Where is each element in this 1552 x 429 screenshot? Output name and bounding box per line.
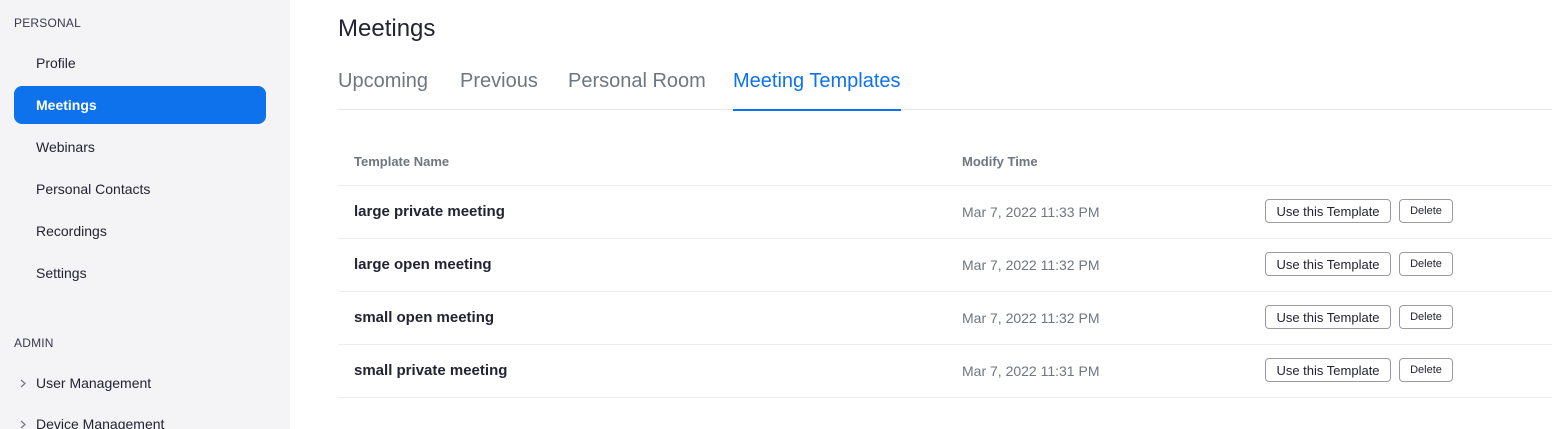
table-row: large private meeting Mar 7, 2022 11:33 … [338, 186, 1552, 239]
column-header-template-name: Template Name [354, 154, 450, 169]
sidebar-item-label: Device Management [36, 416, 165, 429]
sidebar: PERSONAL Profile Meetings Webinars Perso… [0, 0, 290, 429]
templates-table: Template Name Modify Time large private … [338, 138, 1552, 398]
sidebar-item-label: Personal Contacts [36, 181, 151, 197]
template-name: large open meeting [354, 256, 492, 273]
section-label-admin: ADMIN [14, 336, 54, 350]
modify-time: Mar 7, 2022 11:31 PM [962, 363, 1100, 379]
sidebar-item-label: User Management [36, 375, 152, 391]
delete-button[interactable]: Delete [1399, 252, 1453, 276]
template-name: large private meeting [354, 203, 505, 220]
use-template-button[interactable]: Use this Template [1265, 199, 1391, 223]
table-row: small private meeting Mar 7, 2022 11:31 … [338, 345, 1552, 398]
use-template-button[interactable]: Use this Template [1265, 252, 1391, 276]
chevron-right-icon [18, 419, 28, 429]
page-title: Meetings [338, 15, 436, 42]
sidebar-item-profile[interactable]: Profile [14, 44, 266, 82]
use-template-button[interactable]: Use this Template [1265, 358, 1391, 382]
sidebar-item-label: Webinars [36, 139, 95, 155]
sidebar-item-label: Meetings [36, 97, 97, 113]
sidebar-item-device-management[interactable]: Device Management [14, 405, 266, 429]
modify-time: Mar 7, 2022 11:32 PM [962, 310, 1100, 326]
section-label-personal: PERSONAL [14, 16, 81, 30]
sidebar-item-label: Recordings [36, 223, 107, 239]
column-header-modify-time: Modify Time [962, 154, 1038, 169]
tab-bar: Upcoming Previous Personal Room Meeting … [338, 70, 1552, 111]
main-content: Meetings Upcoming Previous Personal Room… [290, 0, 1552, 429]
sidebar-item-recordings[interactable]: Recordings [14, 212, 266, 250]
tab-meeting-templates[interactable]: Meeting Templates [733, 70, 901, 111]
tab-personal-room[interactable]: Personal Room [568, 70, 706, 110]
table-row: large open meeting Mar 7, 2022 11:32 PM … [338, 239, 1552, 292]
template-name: small private meeting [354, 362, 508, 379]
sidebar-item-webinars[interactable]: Webinars [14, 128, 266, 166]
sidebar-item-settings[interactable]: Settings [14, 254, 266, 292]
delete-button[interactable]: Delete [1399, 199, 1453, 223]
modify-time: Mar 7, 2022 11:32 PM [962, 257, 1100, 273]
table-row: small open meeting Mar 7, 2022 11:32 PM … [338, 292, 1552, 345]
use-template-button[interactable]: Use this Template [1265, 305, 1391, 329]
tab-upcoming[interactable]: Upcoming [338, 70, 428, 110]
sidebar-item-user-management[interactable]: User Management [14, 364, 266, 402]
chevron-right-icon [18, 378, 28, 388]
modify-time: Mar 7, 2022 11:33 PM [962, 204, 1100, 220]
sidebar-item-label: Profile [36, 55, 76, 71]
template-name: small open meeting [354, 309, 495, 326]
delete-button[interactable]: Delete [1399, 305, 1453, 329]
sidebar-item-personal-contacts[interactable]: Personal Contacts [14, 170, 266, 208]
sidebar-item-label: Settings [36, 265, 87, 281]
delete-button[interactable]: Delete [1399, 358, 1453, 382]
sidebar-item-meetings[interactable]: Meetings [14, 86, 266, 124]
table-header: Template Name Modify Time [338, 138, 1552, 186]
tab-previous[interactable]: Previous [460, 70, 538, 110]
